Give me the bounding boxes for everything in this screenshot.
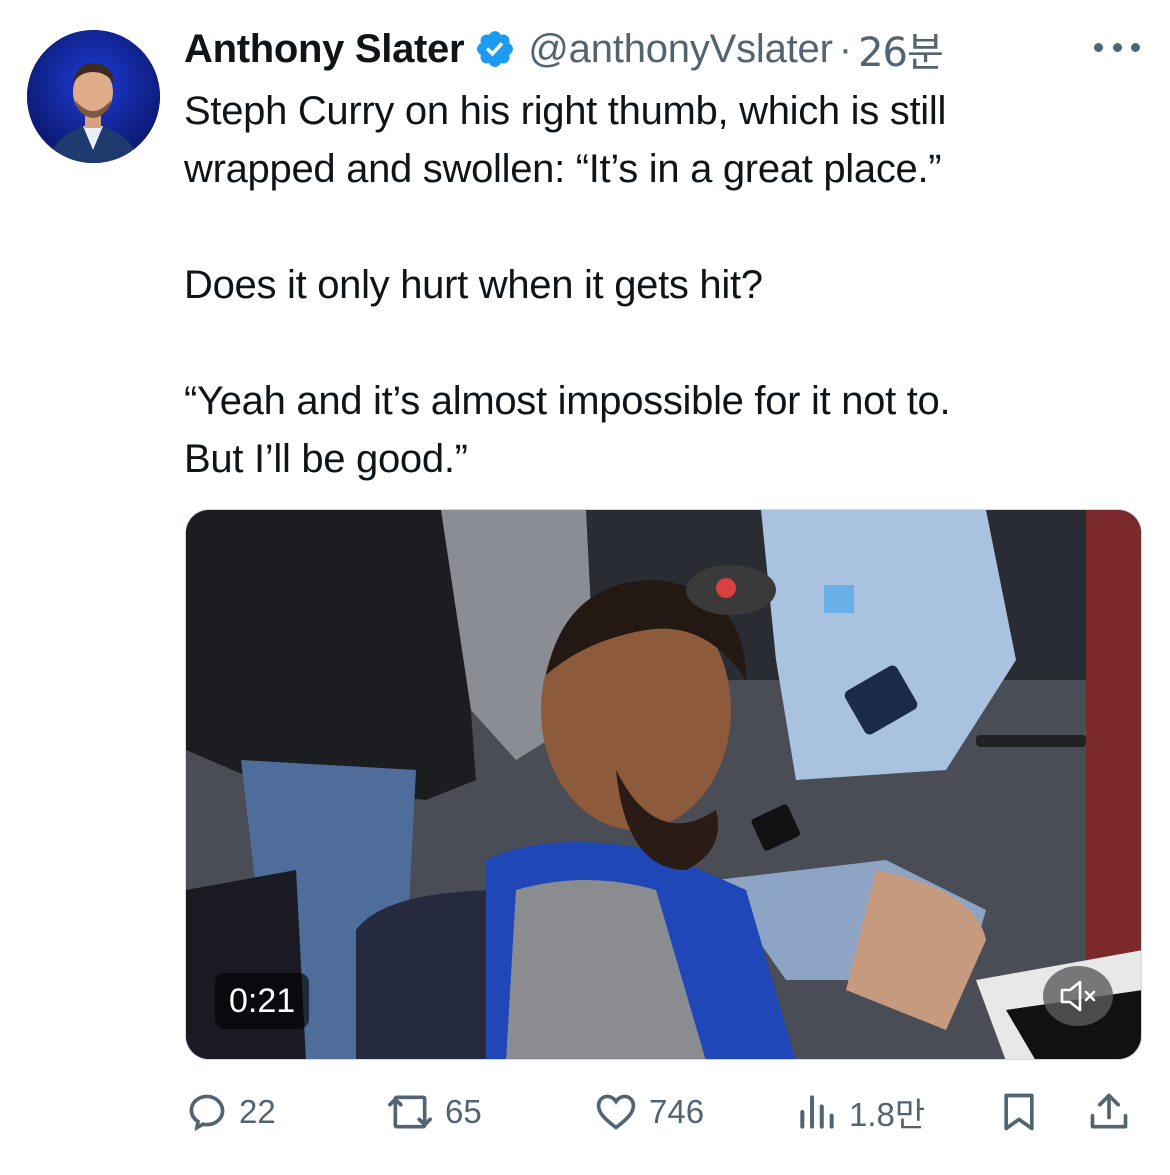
mute-toggle-button[interactable] bbox=[1043, 966, 1113, 1026]
tweet-line: Does it only hurt when it gets hit? bbox=[184, 263, 763, 307]
tweet-action-bar: 22 65 746 1.8만 bbox=[185, 1086, 1145, 1138]
author-display-name[interactable]: Anthony Slater bbox=[184, 27, 465, 72]
like-count: 746 bbox=[649, 1093, 705, 1130]
author-handle[interactable]: @anthonyVslater bbox=[528, 27, 833, 72]
tweet-line: But I’ll be good.” bbox=[184, 437, 468, 481]
reply-button[interactable]: 22 bbox=[185, 1086, 276, 1138]
reply-count: 22 bbox=[239, 1093, 276, 1130]
speaker-muted-icon bbox=[1060, 980, 1096, 1012]
heart-icon bbox=[596, 1094, 636, 1130]
video-duration: 0:21 bbox=[215, 973, 310, 1029]
repost-count: 65 bbox=[445, 1093, 482, 1130]
repost-button[interactable]: 65 bbox=[385, 1086, 482, 1138]
views-bar-chart-icon bbox=[800, 1095, 834, 1129]
tweet-text: Steph Curry on his right thumb, which is… bbox=[184, 82, 1134, 488]
bookmark-button[interactable] bbox=[997, 1086, 1041, 1138]
tweet-header: Anthony Slater @anthonyVslater · 26분 bbox=[184, 26, 944, 77]
author-avatar[interactable] bbox=[27, 30, 160, 163]
share-button[interactable] bbox=[1087, 1086, 1131, 1138]
view-count: 1.8만 bbox=[849, 1096, 926, 1133]
more-options-icon[interactable] bbox=[1094, 36, 1140, 58]
share-icon bbox=[1090, 1093, 1128, 1129]
like-button[interactable]: 746 bbox=[593, 1086, 704, 1138]
separator-dot: · bbox=[838, 26, 853, 71]
video-player[interactable] bbox=[185, 509, 1142, 1060]
tweet-line: Steph Curry on his right thumb, which is… bbox=[184, 89, 947, 133]
tweet-line: “Yeah and it’s almost impossible for it … bbox=[184, 379, 951, 423]
tweet-line: wrapped and swollen: “It’s in a great pl… bbox=[184, 147, 942, 191]
views-button[interactable]: 1.8만 bbox=[795, 1086, 925, 1138]
verified-badge-icon[interactable] bbox=[474, 28, 516, 70]
reply-icon bbox=[189, 1094, 225, 1132]
tweet-timestamp[interactable]: 26분 bbox=[858, 20, 944, 78]
bookmark-icon bbox=[1004, 1093, 1034, 1131]
repost-icon bbox=[388, 1095, 432, 1129]
